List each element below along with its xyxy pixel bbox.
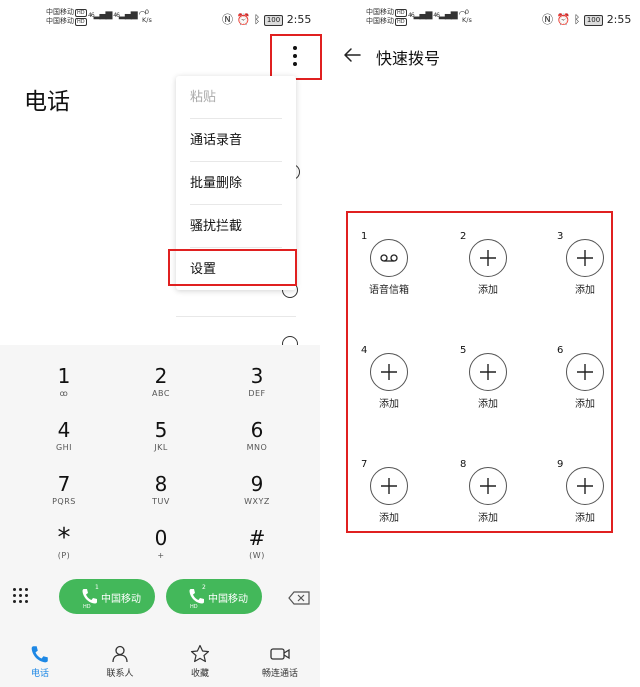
sim-number: 1: [95, 584, 99, 591]
speed-dial-slot-9[interactable]: 9 添加: [544, 459, 624, 549]
carrier-name-2: 中国移动: [366, 17, 394, 25]
page-title: 快速拨号: [376, 49, 441, 68]
key-star[interactable]: * (P): [19, 525, 109, 574]
voicemail-icon: ꝏ: [59, 389, 69, 398]
carrier-info: 中国移动 HD 中国移动 HD: [366, 8, 407, 26]
speed-dial-screen: 中国移动 HD 中国移动 HD 46▂▄▆ 46▂▄▆ ◠ 0 K/s Ⓝ ⏰ ᛒ 1…: [330, 0, 640, 687]
plus-icon: [469, 239, 507, 277]
key-hash[interactable]: # (W): [212, 526, 302, 574]
plus-icon: [566, 353, 604, 391]
alarm-icon: ⏰: [236, 13, 251, 26]
status-bar: 中国移动 HD 中国移动 HD 46▂▄▆ 46▂▄▆ ◠ 0 K/s Ⓝ ⏰ ᛒ 1…: [0, 6, 320, 30]
menu-item-batch-delete[interactable]: 批量删除: [190, 162, 282, 205]
video-call-icon: [270, 648, 290, 660]
call-button-sim2[interactable]: 2 HD 中国移动: [166, 579, 262, 614]
speed-dial-slot-4[interactable]: 4 添加: [348, 345, 428, 435]
key-2[interactable]: 2 ABC: [116, 364, 206, 412]
key-7[interactable]: 7 PQRS: [19, 472, 109, 520]
key-3[interactable]: 3 DEF: [212, 364, 302, 412]
speed-dial-slot-7[interactable]: 7 添加: [348, 459, 428, 549]
key-0[interactable]: 0 +: [116, 526, 206, 574]
hd-badge: HD: [395, 18, 407, 26]
nav-phone[interactable]: 电话: [0, 640, 80, 687]
battery-icon: 100: [583, 15, 604, 26]
dialer-screen: 中国移动 HD 中国移动 HD 46▂▄▆ 46▂▄▆ ◠ 0 K/s Ⓝ ⏰ ᛒ 1…: [0, 0, 322, 687]
plus-icon: [370, 467, 408, 505]
speed-dial-slot-2[interactable]: 2 添加: [447, 231, 527, 321]
menu-item-paste[interactable]: 粘贴: [190, 76, 282, 119]
nav-favorites[interactable]: 收藏: [160, 640, 240, 687]
contacts-icon: [112, 645, 128, 663]
key-6[interactable]: 6 MNO: [212, 418, 302, 466]
nav-label: 畅连通话: [261, 669, 298, 679]
back-arrow-icon[interactable]: [342, 45, 362, 65]
status-right: Ⓝ ⏰ ᛒ 100 2:55: [222, 11, 311, 27]
plus-icon: [469, 353, 507, 391]
carrier-name-2: 中国移动: [46, 17, 74, 25]
nfc-icon: Ⓝ: [222, 13, 233, 26]
speed-dial-slot-6[interactable]: 6 添加: [544, 345, 624, 435]
speed-dial-slot-3[interactable]: 3 添加: [544, 231, 624, 321]
nfc-icon: Ⓝ: [542, 13, 553, 26]
sim-number: 2: [202, 584, 206, 591]
key-4[interactable]: 4 GHI: [19, 418, 109, 466]
hd-badge: HD: [83, 604, 91, 610]
plus-icon: [566, 467, 604, 505]
nav-meetime[interactable]: 畅连通话: [240, 640, 320, 687]
key-5[interactable]: 5 JKL: [116, 418, 206, 466]
backspace-icon[interactable]: [288, 590, 310, 605]
call-button-label: 中国移动: [101, 594, 141, 605]
call-button-sim1[interactable]: 1 HD 中国移动: [59, 579, 155, 614]
star-icon: [190, 644, 210, 663]
hd-badge: HD: [75, 9, 87, 17]
speed-dial-slot-1[interactable]: 1 语音信箱: [348, 231, 428, 321]
call-button-label: 中国移动: [208, 594, 248, 605]
key-1[interactable]: 1ꝏ: [19, 364, 109, 412]
nav-contacts[interactable]: 联系人: [80, 640, 160, 687]
carrier-name-1: 中国移动: [366, 8, 394, 16]
alarm-icon: ⏰: [556, 13, 571, 26]
more-options-highlight: [270, 34, 322, 80]
battery-icon: 100: [263, 15, 284, 26]
carrier-name-1: 中国移动: [46, 8, 74, 16]
hd-badge: HD: [75, 18, 87, 26]
menu-item-call-recording[interactable]: 通话录音: [190, 119, 282, 162]
status-right: Ⓝ ⏰ ᛒ 100 2:55: [542, 11, 631, 27]
clock: 2:55: [606, 13, 632, 26]
nav-label: 收藏: [190, 669, 209, 679]
bluetooth-icon: ᛒ: [253, 13, 261, 26]
carrier-info: 中国移动 HD 中国移动 HD: [46, 8, 87, 26]
phone-icon: [31, 646, 48, 663]
plus-icon: [566, 239, 604, 277]
nav-label: 电话: [30, 669, 49, 679]
clock: 2:55: [286, 13, 312, 26]
hd-badge: HD: [190, 604, 198, 610]
speed-dial-slot-5[interactable]: 5 添加: [447, 345, 527, 435]
page-title: 电话: [24, 89, 70, 115]
speed-dial-slot-8[interactable]: 8 添加: [447, 459, 527, 549]
plus-icon: [469, 467, 507, 505]
key-8[interactable]: 8 TUV: [116, 472, 206, 520]
network-speed: 0 K/s: [142, 8, 152, 24]
voicemail-icon: [370, 239, 408, 277]
bluetooth-icon: ᛒ: [573, 13, 581, 26]
list-divider: [176, 316, 296, 317]
status-bar: 中国移动 HD 中国移动 HD 46▂▄▆ 46▂▄▆ ◠ 0 K/s Ⓝ ⏰ ᛒ 1…: [330, 6, 640, 30]
signal-icon: 46▂▄▆ 46▂▄▆ ◠: [408, 10, 466, 20]
signal-icon: 46▂▄▆ 46▂▄▆ ◠: [88, 10, 146, 20]
settings-highlight: [168, 249, 297, 286]
dialpad-toggle-icon[interactable]: [12, 587, 30, 605]
network-speed: 0 K/s: [462, 8, 472, 24]
bottom-nav: 电话 联系人 收藏 畅连通话: [0, 640, 320, 687]
hd-badge: HD: [395, 9, 407, 17]
key-9[interactable]: 9 WXYZ: [212, 472, 302, 520]
menu-item-harassment-block[interactable]: 骚扰拦截: [190, 205, 282, 248]
nav-label: 联系人: [106, 669, 134, 679]
plus-icon: [370, 353, 408, 391]
